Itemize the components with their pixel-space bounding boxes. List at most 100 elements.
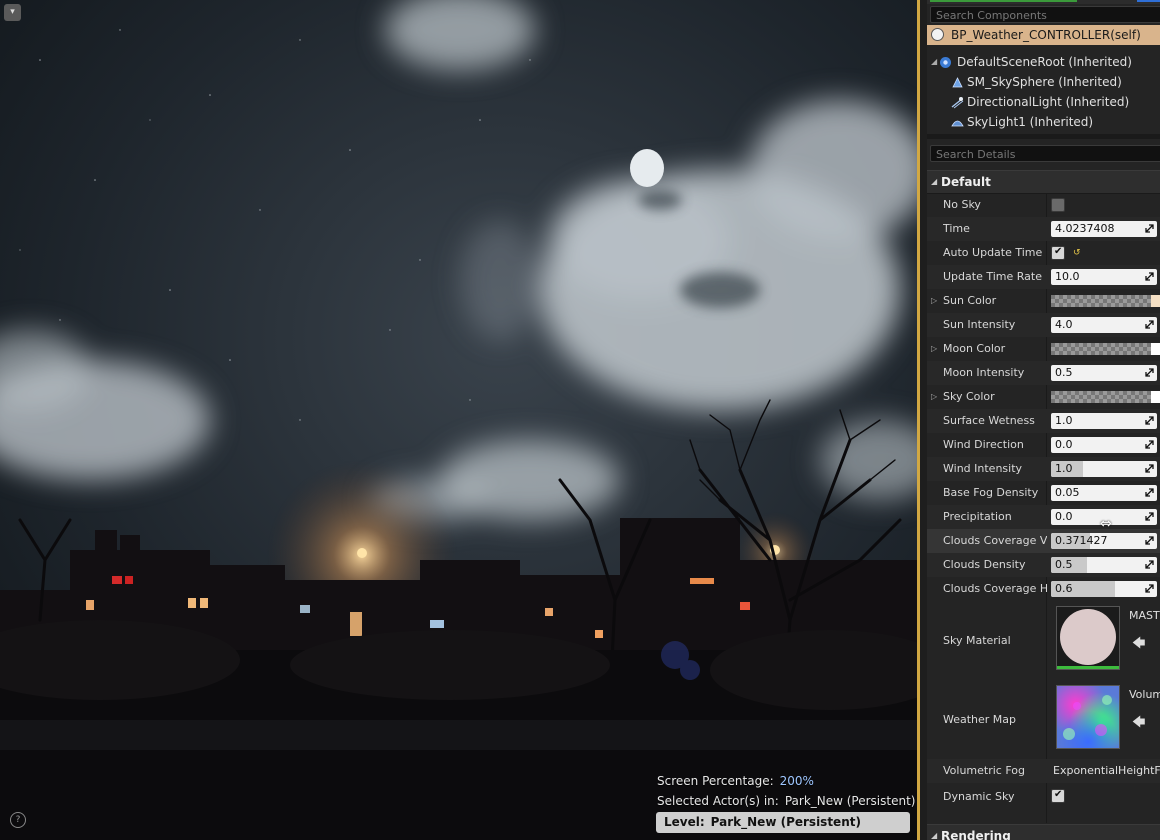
dynamic-sky-checkbox[interactable]: [1051, 789, 1065, 803]
prop-surface-wetness: Surface Wetness 1.0: [927, 409, 1160, 433]
asset-type-bar: [1057, 666, 1119, 669]
moon-intensity-value: 0.5: [1055, 366, 1073, 379]
sun-intensity-field[interactable]: 4.0: [1051, 317, 1157, 333]
collapse-triangle-icon: ◢: [931, 177, 938, 186]
selected-actor-row: Selected Actor(s) in: Park_New (Persisten…: [657, 791, 915, 811]
prop-label: Sky Material: [943, 634, 1011, 647]
expand-triangle-icon[interactable]: ▷: [931, 289, 937, 313]
update-time-rate-field[interactable]: 10.0: [1051, 269, 1157, 285]
clouds-density-slider[interactable]: 0.5: [1051, 557, 1157, 573]
prop-no-sky: No Sky: [927, 193, 1160, 217]
prop-label: Wind Direction: [943, 438, 1024, 451]
tree-separator[interactable]: [927, 134, 1160, 139]
volumetric-fog-reference[interactable]: ExponentialHeightFog: [1053, 759, 1160, 783]
drag-arrow-icon: [1145, 272, 1154, 281]
search-components-input[interactable]: Search Components: [930, 6, 1160, 23]
screen-percentage-label: Screen Percentage:: [657, 774, 774, 788]
question-icon[interactable]: ?: [10, 812, 26, 828]
moon-color-picker[interactable]: [1051, 343, 1160, 355]
no-sky-checkbox[interactable]: [1051, 198, 1065, 212]
blueprint-button-edge[interactable]: [1137, 0, 1160, 2]
moon-intensity-field[interactable]: 0.5: [1051, 365, 1157, 381]
weather-map-asset-name[interactable]: Volum: [1129, 688, 1160, 701]
drag-arrow-icon: [1145, 440, 1154, 449]
color-swatch: [1151, 343, 1160, 355]
sky-color-picker[interactable]: [1051, 391, 1160, 403]
noise-texture-icon: [1057, 686, 1119, 748]
prop-label: Precipitation: [943, 510, 1012, 523]
viewport-menu-button[interactable]: ▾: [4, 4, 21, 21]
time-field[interactable]: 4.0237408: [1051, 221, 1157, 237]
drag-arrow-icon: [1145, 320, 1154, 329]
skylight-icon: [951, 120, 964, 127]
prop-label: Moon Intensity: [943, 366, 1025, 379]
viewport-stats: Screen Percentage: 200% Selected Actor(s)…: [657, 771, 915, 811]
sky-material-thumbnail[interactable]: [1056, 606, 1120, 670]
color-swatch: [1151, 295, 1160, 307]
prop-wind-direction: Wind Direction 0.0: [927, 433, 1160, 457]
sun-color-picker[interactable]: [1051, 295, 1160, 307]
prop-sky-color: ▷ Sky Color: [927, 385, 1160, 409]
tree-item-default-scene-root[interactable]: ◢ DefaultSceneRoot (Inherited): [927, 52, 1160, 72]
clouds-coverage-vol-value: 0.371427: [1055, 534, 1108, 547]
tree-item-sm-skysphere[interactable]: SM_SkySphere (Inherited): [927, 72, 1160, 92]
drag-arrow-icon: [1145, 536, 1154, 545]
prop-wind-intensity: Wind Intensity 1.0: [927, 457, 1160, 481]
prop-label: Wind Intensity: [943, 462, 1023, 475]
surface-wetness-field[interactable]: 1.0: [1051, 413, 1157, 429]
prop-label: Base Fog Density: [943, 486, 1039, 499]
surface-wetness-value: 1.0: [1055, 414, 1073, 427]
tree-item-label: DirectionalLight (Inherited): [967, 95, 1130, 109]
weather-map-thumbnail[interactable]: [1056, 685, 1120, 749]
prop-weather-map: Weather Map Volum 🡄: [927, 680, 1160, 759]
prop-volumetric-fog: Volumetric Fog ExponentialHeightFog: [927, 759, 1160, 783]
category-rendering[interactable]: ◢ Rendering: [927, 824, 1160, 840]
time-value: 4.0237408: [1055, 222, 1115, 235]
component-self-label: BP_Weather_CONTROLLER(self): [951, 28, 1141, 42]
prop-moon-intensity: Moon Intensity 0.5: [927, 361, 1160, 385]
search-details-input[interactable]: Search Details: [930, 145, 1160, 162]
add-component-button-edge[interactable]: [930, 0, 1077, 2]
auto-update-time-checkbox[interactable]: [1051, 246, 1065, 260]
prop-label: Surface Wetness: [943, 414, 1035, 427]
base-fog-density-value: 0.05: [1055, 486, 1080, 499]
clouds-coverage-hig-slider[interactable]: 0.6: [1051, 581, 1157, 597]
wind-direction-field[interactable]: 0.0: [1051, 437, 1157, 453]
material-sphere-icon: [1057, 607, 1119, 669]
reset-to-default-icon[interactable]: ↺: [1073, 248, 1081, 258]
level-viewport[interactable]: ▾ ? Screen Percentage: 200% Selected Acto…: [0, 0, 917, 840]
sky-material-asset-name[interactable]: MAST: [1129, 609, 1160, 622]
prop-base-fog-density: Base Fog Density 0.05: [927, 481, 1160, 505]
drag-arrow-icon: [1145, 584, 1154, 593]
base-fog-density-field[interactable]: 0.05: [1051, 485, 1157, 501]
prop-time: Time 4.0237408: [927, 217, 1160, 241]
blueprint-actor-icon: [931, 28, 944, 41]
clouds-coverage-vol-slider[interactable]: 0.371427: [1051, 533, 1157, 549]
wind-direction-value: 0.0: [1055, 438, 1073, 451]
panel-gutter: [920, 0, 927, 840]
prop-label: Moon Color: [943, 342, 1006, 355]
clouds-density-value: 0.5: [1055, 558, 1073, 571]
use-selected-arrow-icon[interactable]: 🡄: [1132, 715, 1145, 730]
level-label: Level:: [664, 815, 705, 829]
expand-triangle-icon[interactable]: ▷: [931, 337, 937, 361]
prop-label: Volumetric Fog: [943, 764, 1025, 777]
prop-sky-material: Sky Material MAST 🡄: [927, 601, 1160, 680]
current-level-bar[interactable]: Level: Park_New (Persistent): [656, 812, 910, 833]
use-selected-arrow-icon[interactable]: 🡄: [1132, 636, 1145, 651]
prop-label: Update Time Rate: [943, 270, 1042, 283]
tree-item-skylight1[interactable]: SkyLight1 (Inherited): [927, 112, 1160, 132]
prop-sun-intensity: Sun Intensity 4.0: [927, 313, 1160, 337]
expand-triangle-icon[interactable]: ◢: [931, 52, 937, 72]
prop-dynamic-sky: Dynamic Sky: [927, 783, 1160, 810]
expand-triangle-icon[interactable]: ▷: [931, 385, 937, 409]
prop-label: Clouds Density: [943, 558, 1026, 571]
wind-intensity-slider[interactable]: 1.0: [1051, 461, 1157, 477]
prop-label: Sun Intensity: [943, 318, 1016, 331]
asset-action-icons: 🡄: [1132, 713, 1145, 735]
category-default[interactable]: ◢ Default: [927, 170, 1160, 194]
prop-label: Weather Map: [943, 713, 1017, 726]
component-self-row[interactable]: BP_Weather_CONTROLLER(self): [927, 25, 1160, 45]
prop-label: Clouds Coverage Vol: [943, 534, 1047, 547]
tree-item-directional-light[interactable]: DirectionalLight (Inherited): [927, 92, 1160, 112]
